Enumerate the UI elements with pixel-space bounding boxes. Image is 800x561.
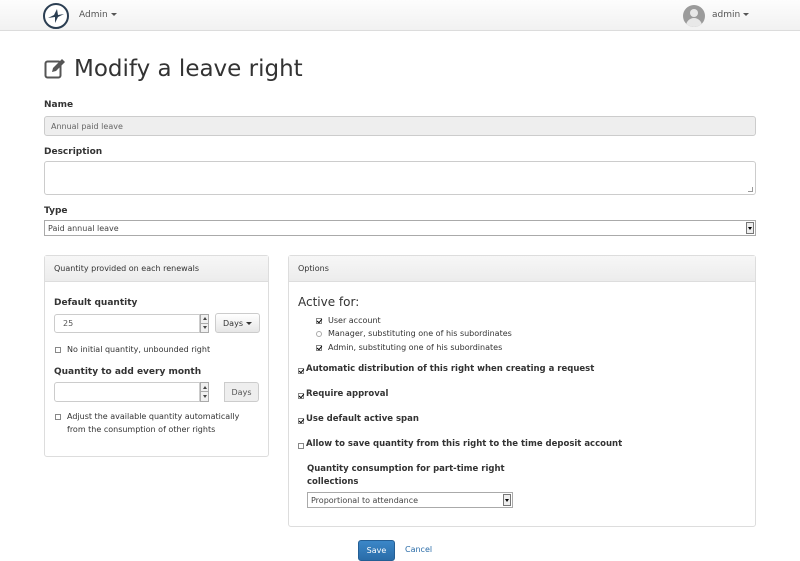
edit-icon <box>44 59 65 79</box>
active-for-manager-label: Manager, substituting one of his subordi… <box>328 329 512 338</box>
page-title: Modify a leave right <box>44 54 303 84</box>
dropdown-arrow-icon <box>746 222 754 234</box>
cancel-link[interactable]: Cancel <box>405 545 432 554</box>
parttime-label-line2: collections <box>307 477 359 487</box>
active-for-heading: Active for: <box>298 295 360 309</box>
time-deposit-checkbox[interactable] <box>298 443 304 449</box>
active-for-manager-checkbox[interactable] <box>316 331 322 337</box>
chevron-down-icon <box>245 321 252 325</box>
save-button-label: Save <box>366 546 387 555</box>
require-approval-checkbox[interactable] <box>298 393 304 399</box>
type-select-value: Paid annual leave <box>48 223 119 233</box>
description-textarea[interactable] <box>44 161 756 195</box>
auto-distribution-label: Automatic distribution of this right whe… <box>306 364 595 374</box>
user-avatar-icon[interactable] <box>683 5 705 27</box>
top-navbar: Admin admin <box>0 0 800 31</box>
type-select[interactable]: Paid annual leave <box>44 220 756 236</box>
admin-menu[interactable]: Admin <box>79 10 117 20</box>
adjust-quantity-label-line1: Adjust the available quantity automatica… <box>67 412 240 421</box>
quantity-unit-label: Days <box>223 318 243 328</box>
adjust-quantity-label-line2: from the consumption of other rights <box>67 425 216 434</box>
monthly-quantity-input[interactable] <box>54 382 200 402</box>
name-field: Annual paid leave <box>44 116 756 136</box>
name-field-value: Annual paid leave <box>51 121 123 131</box>
stepper-down-icon[interactable] <box>201 392 208 401</box>
active-for-admin-label: Admin, substituting one of his subordina… <box>328 343 503 352</box>
monthly-unit-addon: Days <box>224 382 259 402</box>
monthly-unit-label: Days <box>231 387 252 397</box>
chevron-down-icon <box>743 13 750 16</box>
admin-menu-label: Admin <box>79 10 108 20</box>
default-quantity-label: Default quantity <box>54 298 138 308</box>
no-initial-quantity-checkbox[interactable] <box>55 347 61 353</box>
parttime-label-line1: Quantity consumption for part-time right <box>307 464 505 474</box>
options-panel-heading: Options <box>289 256 755 282</box>
auto-distribution-checkbox[interactable] <box>298 368 304 374</box>
user-menu-label: admin <box>712 10 741 20</box>
adjust-quantity-checkbox[interactable] <box>55 414 61 420</box>
monthly-quantity-stepper[interactable] <box>200 382 209 402</box>
chevron-down-icon <box>110 13 117 16</box>
active-for-user-checkbox[interactable] <box>316 318 322 324</box>
active-for-admin-checkbox[interactable] <box>316 345 322 351</box>
default-quantity-input[interactable]: 25 <box>54 314 200 333</box>
monthly-quantity-label: Quantity to add every month <box>54 367 202 377</box>
type-label: Type <box>44 206 68 216</box>
stepper-up-icon[interactable] <box>201 315 208 324</box>
quantity-panel-heading: Quantity provided on each renewals <box>45 256 268 282</box>
stepper-down-icon[interactable] <box>201 324 208 333</box>
default-quantity-stepper[interactable] <box>200 314 209 333</box>
parttime-consumption-value: Proportional to attendance <box>311 495 419 505</box>
page-title-text: Modify a leave right <box>74 56 303 82</box>
stepper-up-icon[interactable] <box>201 383 208 392</box>
active-for-user-label: User account <box>328 316 381 325</box>
save-button[interactable]: Save <box>358 540 395 561</box>
resize-handle-icon[interactable] <box>748 187 753 192</box>
require-approval-label: Require approval <box>306 389 389 399</box>
default-span-label: Use default active span <box>306 414 419 424</box>
name-label: Name <box>44 100 74 110</box>
app-logo-icon[interactable] <box>43 3 69 29</box>
time-deposit-label: Allow to save quantity from this right t… <box>306 439 623 449</box>
no-initial-quantity-label: No initial quantity, unbounded right <box>67 345 211 354</box>
user-menu[interactable]: admin <box>712 10 750 20</box>
quantity-unit-button[interactable]: Days <box>215 313 260 333</box>
default-span-checkbox[interactable] <box>298 418 304 424</box>
dropdown-arrow-icon <box>503 494 511 506</box>
parttime-consumption-select[interactable]: Proportional to attendance <box>307 492 513 508</box>
description-label: Description <box>44 147 103 157</box>
default-quantity-value: 25 <box>63 319 74 328</box>
